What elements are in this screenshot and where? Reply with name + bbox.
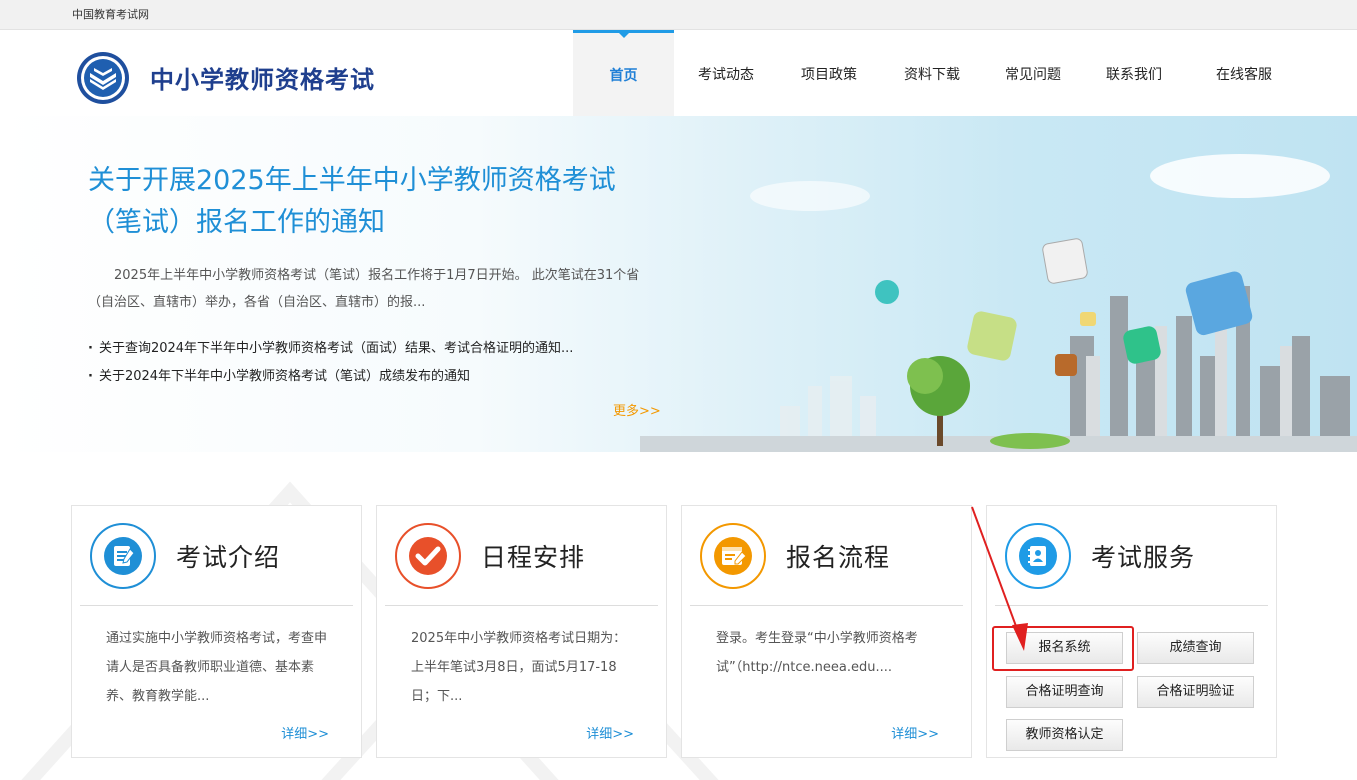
nav-item-contact[interactable]: 联系我们	[1082, 30, 1186, 116]
red-arrow-icon	[971, 506, 1028, 651]
site-name-link[interactable]: 中国教育考试网	[72, 6, 149, 22]
details-link[interactable]: 详细>>	[586, 723, 634, 742]
card-title[interactable]: 考试服务	[1091, 538, 1195, 574]
city-cubes-illustration	[640, 154, 1357, 452]
card-exam-intro: 考试介绍 通过实施中小学教师资格考试，考查申请人是否具备教师职业道德、基本素养、…	[71, 505, 362, 758]
divider	[690, 605, 963, 606]
document-edit-icon	[90, 523, 156, 589]
certificate-verification-button[interactable]: 合格证明验证	[1137, 676, 1254, 708]
card-summary: 登录。考生登录“中小学教师资格考试”（http://ntce.neea.edu.…	[716, 631, 918, 675]
score-inquiry-button[interactable]: 成绩查询	[1137, 632, 1254, 664]
nav-item-home[interactable]: 首页	[573, 30, 674, 116]
card-summary: 通过实施中小学教师资格考试，考查申请人是否具备教师职业道德、基本素养、教育教学能…	[106, 631, 328, 704]
news-list: 关于查询2024年下半年中小学教师资格考试（面试）结果、考试合格证明的通知...…	[88, 335, 648, 391]
nav-item-faq[interactable]: 常见问题	[984, 30, 1082, 116]
details-link[interactable]: 详细>>	[281, 723, 329, 742]
hero-description: 2025年上半年中小学教师资格考试（笔试）报名工作将于1月7日开始。 此次笔试在…	[88, 268, 640, 310]
certificate-inquiry-button[interactable]: 合格证明查询	[1006, 676, 1123, 708]
top-strip: 中国教育考试网	[0, 0, 1357, 30]
more-news-link[interactable]: 更多>>	[613, 400, 661, 419]
exam-logo-icon[interactable]	[76, 51, 130, 105]
teacher-qualification-button[interactable]: 教师资格认定	[1006, 719, 1123, 751]
hero-banner: 关于开展2025年上半年中小学教师资格考试（笔试）报名工作的通知 2025年上半…	[0, 116, 1357, 452]
news-item-written-scores[interactable]: 关于2024年下半年中小学教师资格考试（笔试）成绩发布的通知	[88, 363, 648, 391]
registration-form-icon	[700, 523, 766, 589]
divider	[385, 605, 658, 606]
hero-headline-link[interactable]: 关于开展2025年上半年中小学教师资格考试（笔试）报名工作的通知	[88, 160, 648, 244]
header: 中小学教师资格考试 首页 考试动态 项目政策 资料下载 常见问题 联系我们 在线…	[0, 30, 1357, 116]
card-registration-process: 报名流程 登录。考生登录“中小学教师资格考试”（http://ntce.neea…	[681, 505, 972, 758]
checkmark-icon	[395, 523, 461, 589]
news-item-interview-results[interactable]: 关于查询2024年下半年中小学教师资格考试（面试）结果、考试合格证明的通知...	[88, 335, 648, 363]
divider	[80, 605, 353, 606]
card-title[interactable]: 考试介绍	[176, 538, 280, 574]
nav-item-exam-news[interactable]: 考试动态	[674, 30, 778, 116]
card-title[interactable]: 报名流程	[786, 538, 890, 574]
card-summary: 2025年中小学教师资格考试日期为：上半年笔试3月8日，面试5月17-18日；下…	[411, 631, 627, 704]
brand-title[interactable]: 中小学教师资格考试	[150, 60, 375, 95]
card-title[interactable]: 日程安排	[481, 538, 585, 574]
card-schedule: 日程安排 2025年中小学教师资格考试日期为：上半年笔试3月8日，面试5月17-…	[376, 505, 667, 758]
nav-item-online-service[interactable]: 在线客服	[1186, 30, 1302, 116]
nav-item-downloads[interactable]: 资料下载	[880, 30, 984, 116]
nav-item-policy[interactable]: 项目政策	[778, 30, 880, 116]
details-link[interactable]: 详细>>	[891, 723, 939, 742]
